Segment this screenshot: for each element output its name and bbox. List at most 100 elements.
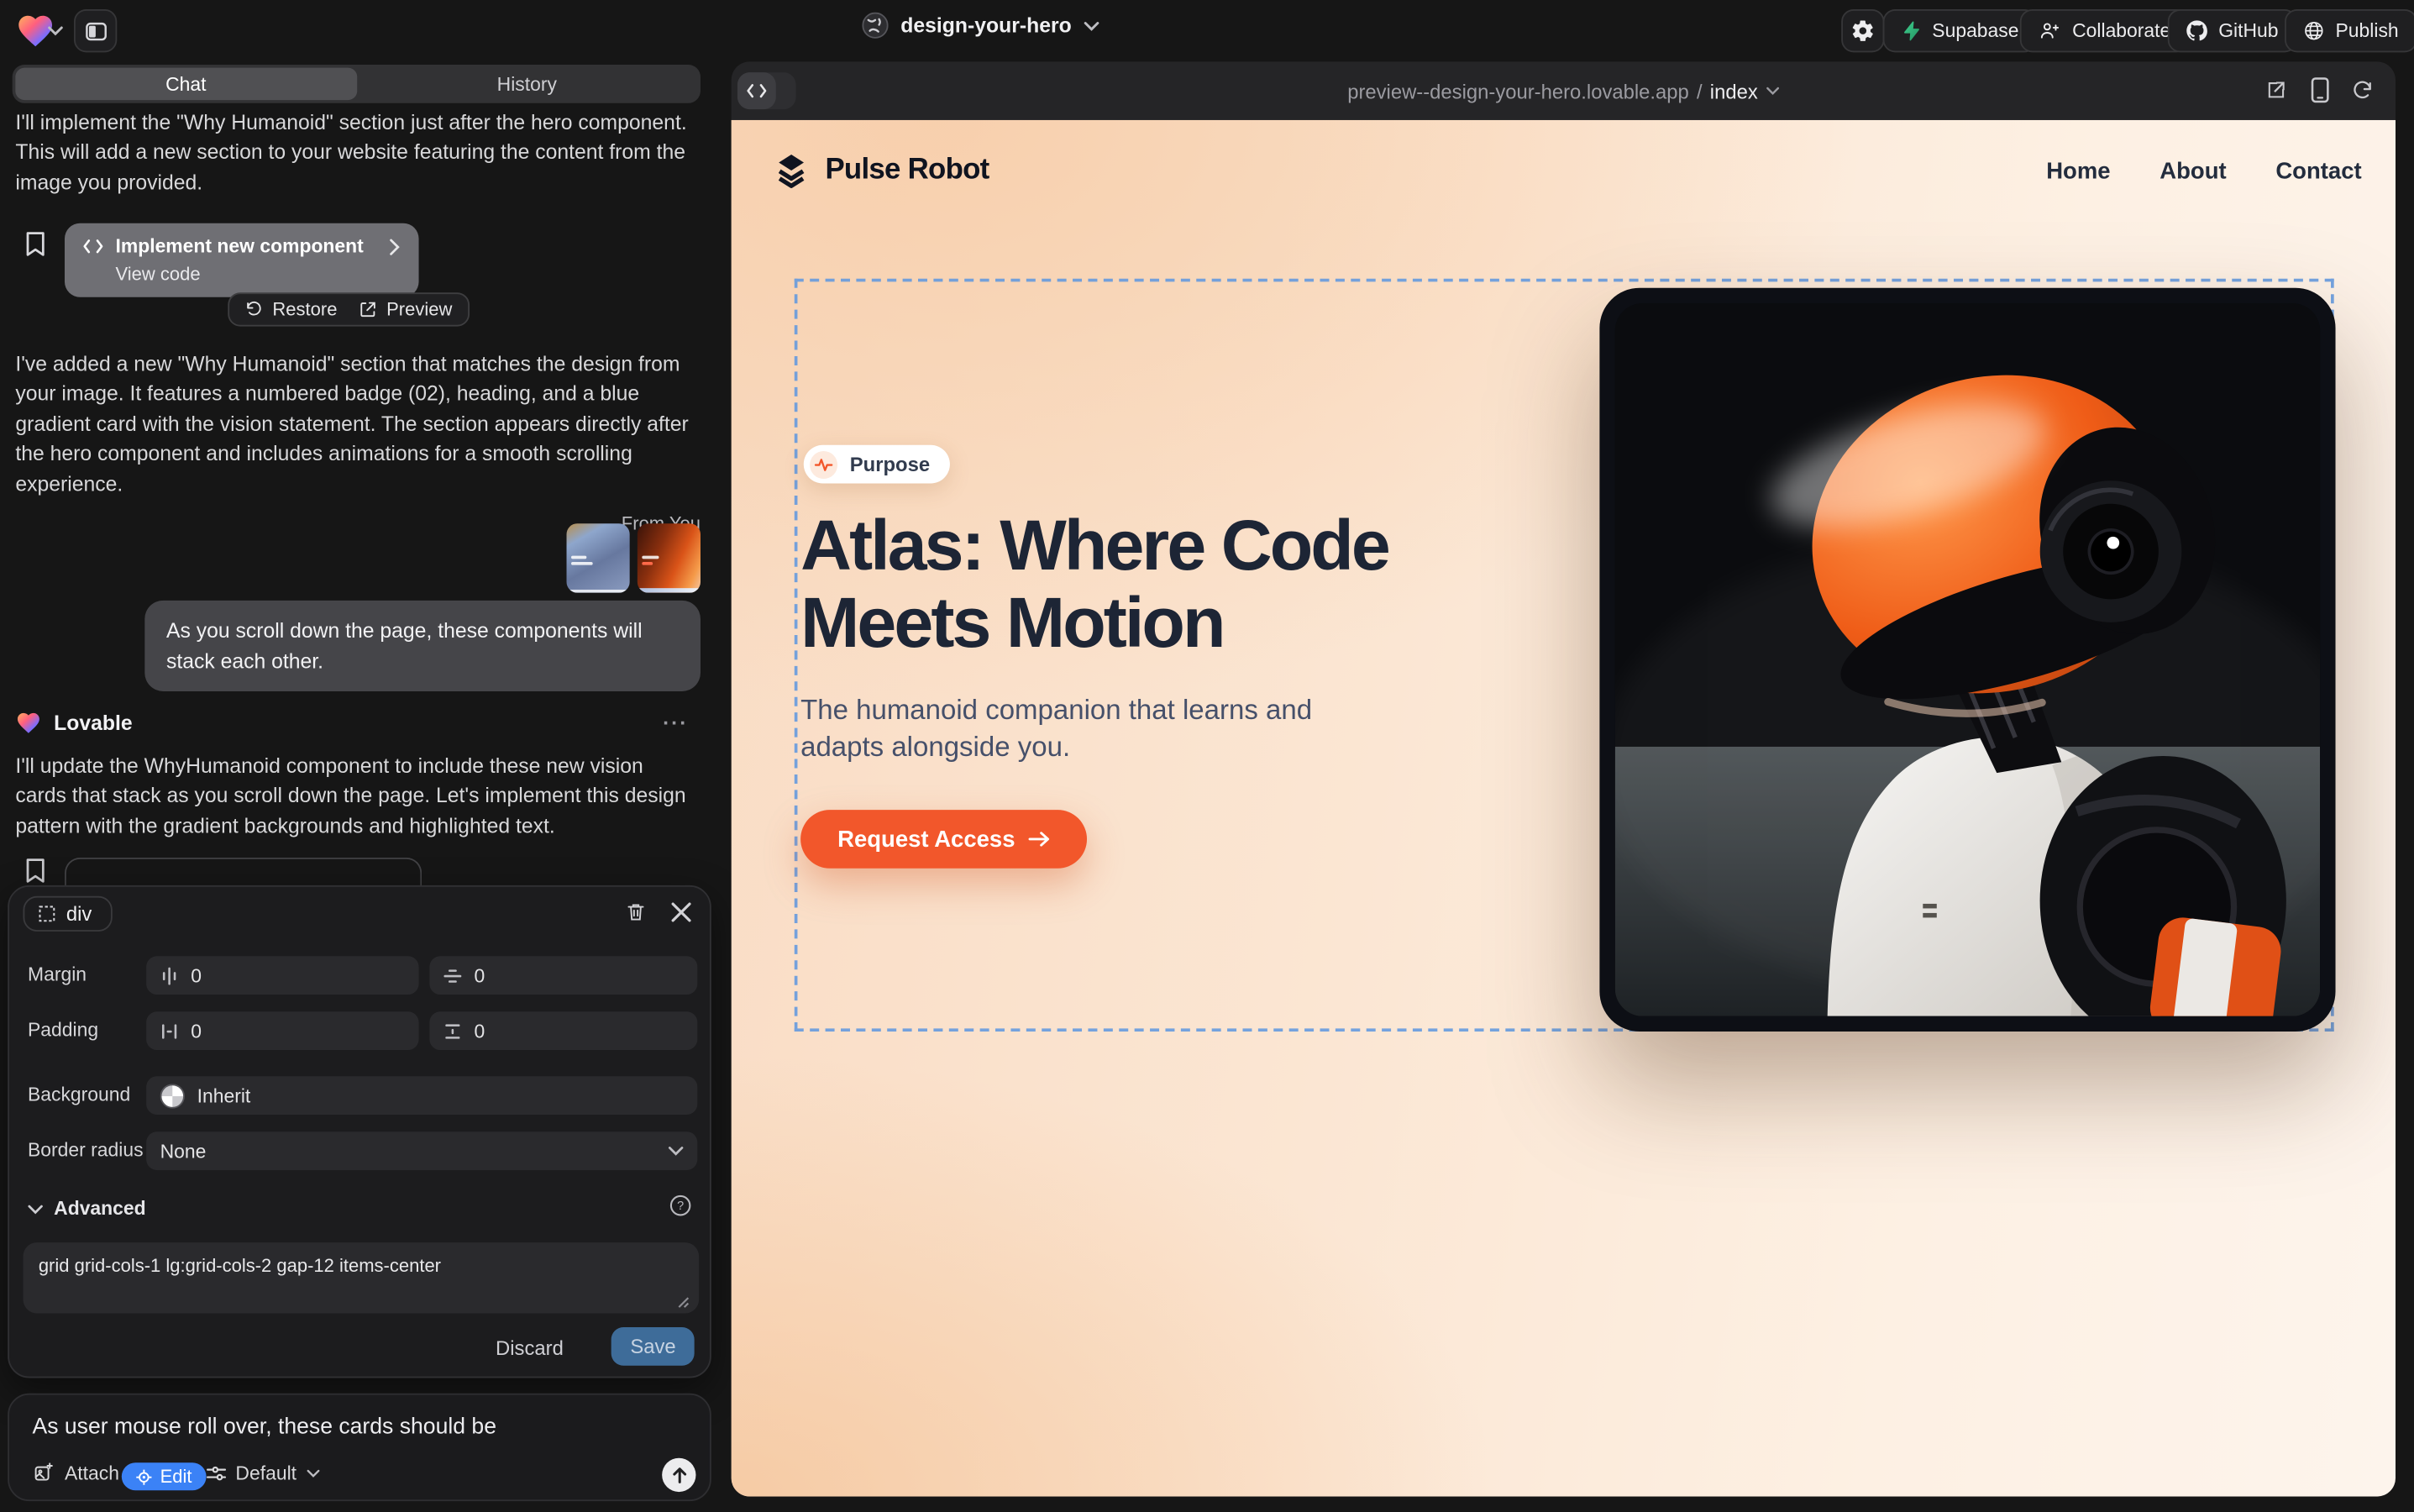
resize-handle-icon[interactable] [677, 1296, 690, 1309]
mode-label: Default [235, 1462, 297, 1484]
github-button[interactable]: GitHub [2168, 9, 2297, 52]
padding-x-value: 0 [191, 1020, 202, 1042]
chevron-down-icon [668, 1146, 683, 1157]
edit-mode-pill[interactable]: Edit [122, 1462, 206, 1490]
selection-square-icon [39, 906, 55, 922]
component-card[interactable]: Implement new component View code [65, 223, 419, 297]
supabase-button[interactable]: Supabase [1883, 9, 2038, 52]
open-in-new-icon [2264, 78, 2287, 101]
padding-y-icon [443, 1021, 462, 1040]
gear-icon [1850, 18, 1875, 43]
margin-y-input[interactable]: 0 [429, 956, 697, 995]
collaborate-button[interactable]: Collaborate [2020, 9, 2190, 52]
discard-button[interactable]: Discard [496, 1336, 564, 1359]
selected-element-tag: div [66, 902, 92, 925]
github-label: GitHub [2218, 20, 2278, 42]
site-nav: Home About Contact [2046, 159, 2361, 185]
preview-button[interactable]: Preview [359, 299, 452, 321]
margin-y-value: 0 [475, 964, 485, 986]
nav-home[interactable]: Home [2046, 159, 2110, 185]
selected-hero-section[interactable]: Purpose Atlas: Where Code Meets Motion T… [795, 279, 2334, 1032]
selected-element-chip[interactable]: div [23, 896, 112, 932]
chevron-right-icon [390, 238, 401, 255]
nav-contact[interactable]: Contact [2275, 159, 2361, 185]
top-bar: design-your-hero Supabase Collaborate Gi… [0, 0, 2414, 61]
robot-hero-image [1615, 303, 2320, 1016]
settings-button[interactable] [1841, 9, 1884, 52]
restore-button[interactable]: Restore [244, 299, 337, 321]
sidebar-tabs: Chat History [13, 65, 701, 103]
refresh-button[interactable] [2351, 78, 2374, 101]
restore-preview-toolbar: Restore Preview [228, 292, 469, 326]
preview-url-breadcrumb[interactable]: preview--design-your-hero.lovable.app / … [732, 61, 2396, 120]
chat-sidebar: Chat History I'll implement the "Why Hum… [0, 61, 713, 1512]
chevron-down-icon [306, 1469, 319, 1478]
github-icon [2186, 20, 2208, 42]
classes-textarea[interactable]: grid grid-cols-1 lg:grid-cols-2 gap-12 i… [23, 1242, 699, 1313]
refresh-icon [2351, 78, 2374, 101]
site-logo[interactable]: Pulse Robot [771, 151, 989, 192]
arrow-up-icon [670, 1466, 687, 1484]
project-switcher[interactable]: design-your-hero [862, 13, 1099, 39]
view-code-link[interactable]: View code [115, 263, 400, 285]
request-access-label: Request Access [837, 826, 1015, 852]
attachment-thumbnail[interactable] [638, 523, 701, 592]
arrow-right-icon [1029, 830, 1051, 848]
padding-x-input[interactable]: 0 [146, 1011, 418, 1050]
site-brand: Pulse Robot [825, 154, 989, 187]
project-name: design-your-hero [900, 13, 1071, 36]
purpose-badge-label: Purpose [850, 453, 930, 475]
border-radius-select[interactable]: None [146, 1131, 697, 1170]
advanced-label: Advanced [54, 1198, 146, 1220]
background-label: Background [28, 1084, 130, 1105]
restore-label: Restore [272, 299, 337, 321]
margin-x-input[interactable]: 0 [146, 956, 418, 995]
workspace-chevron-down-icon[interactable] [48, 24, 63, 37]
bookmark-icon[interactable] [24, 858, 46, 884]
chat-input[interactable]: As user mouse roll over, these cards sho… [32, 1415, 686, 1439]
publish-button[interactable]: Publish [2285, 9, 2414, 52]
open-in-new-tab-button[interactable] [2264, 78, 2287, 101]
background-input[interactable]: Inherit [146, 1076, 697, 1115]
preview-pane: preview--design-your-hero.lovable.app / … [732, 61, 2396, 1496]
tab-chat[interactable]: Chat [15, 68, 356, 100]
margin-label: Margin [28, 963, 87, 985]
assistant-header: Lovable ··· [15, 710, 688, 736]
tab-history[interactable]: History [356, 68, 697, 100]
code-icon [83, 239, 103, 254]
message-menu-ellipsis-icon[interactable]: ··· [663, 711, 688, 734]
advanced-help-button[interactable]: ? [669, 1194, 691, 1216]
preview-page: index [1710, 79, 1758, 102]
svg-text:?: ? [677, 1200, 684, 1213]
mobile-view-button[interactable] [2311, 77, 2329, 103]
nav-about[interactable]: About [2159, 159, 2226, 185]
pulse-icon [810, 450, 837, 478]
breadcrumb-separator: / [1697, 79, 1703, 102]
padding-label: Padding [28, 1019, 98, 1041]
chevron-down-icon [1766, 87, 1779, 96]
supabase-icon [1902, 20, 1922, 42]
padding-y-input[interactable]: 0 [429, 1011, 697, 1050]
request-access-button[interactable]: Request Access [800, 810, 1088, 869]
save-button[interactable]: Save [611, 1327, 694, 1366]
send-button[interactable] [662, 1458, 695, 1492]
delete-element-button[interactable] [625, 900, 647, 923]
chat-composer: As user mouse roll over, these cards sho… [8, 1394, 711, 1501]
advanced-section-toggle[interactable]: Advanced [28, 1198, 146, 1220]
mode-selector[interactable]: Default [207, 1462, 320, 1484]
attach-label: Attach [65, 1462, 119, 1484]
site-canvas: Pulse Robot Home About Contact Purpose A… [732, 120, 2396, 1497]
robot-hero-card [1599, 288, 2335, 1032]
transparent-swatch-icon [160, 1083, 185, 1107]
bookmark-icon[interactable] [24, 231, 46, 257]
collaborate-label: Collaborate [2072, 20, 2170, 42]
attach-image-icon [32, 1462, 55, 1484]
attach-button[interactable]: Attach [32, 1462, 118, 1484]
trash-icon [625, 900, 647, 923]
chevron-down-icon [28, 1203, 43, 1214]
close-panel-button[interactable] [671, 902, 691, 922]
attachment-thumbnail[interactable] [567, 523, 630, 592]
layers-icon [771, 151, 811, 192]
assistant-message: I'll update the WhyHumanoid component to… [15, 751, 697, 841]
sidebar-toggle-button[interactable] [74, 9, 117, 52]
